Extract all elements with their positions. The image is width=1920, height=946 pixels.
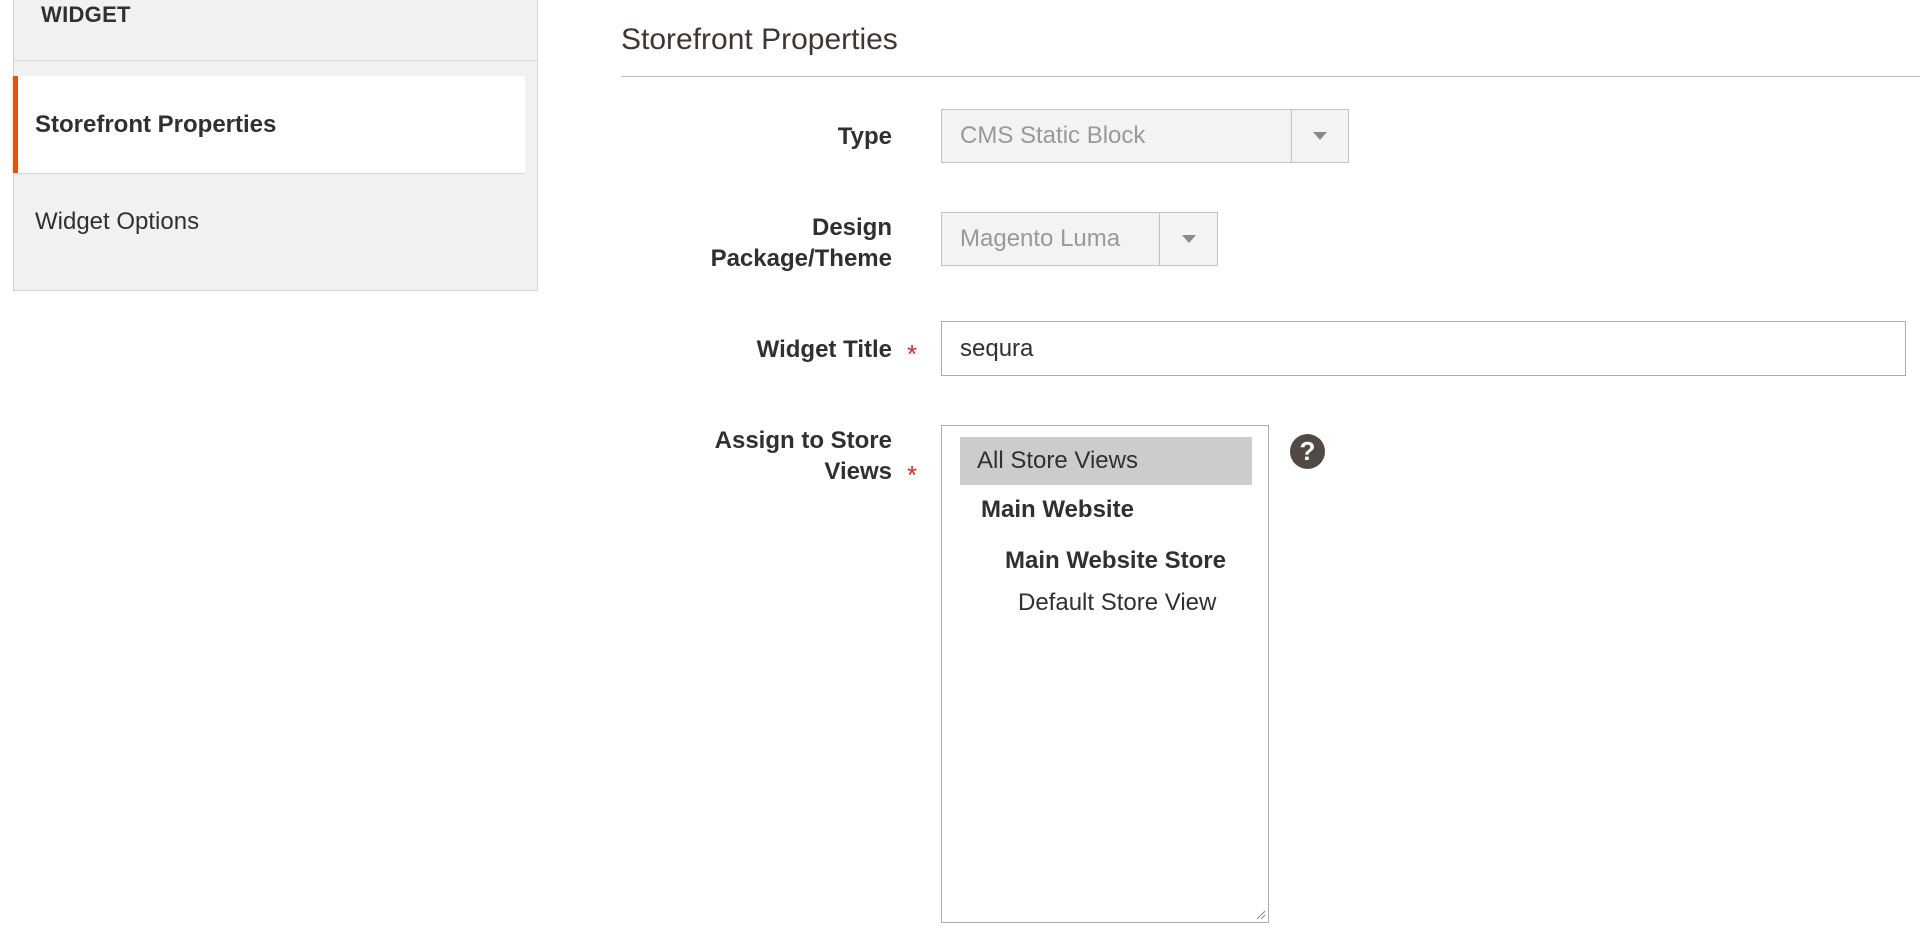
section-title: Storefront Properties — [621, 23, 898, 56]
tab-storefront-properties[interactable]: Storefront Properties — [13, 76, 525, 173]
design-theme-label-line2: Package/Theme — [710, 245, 892, 272]
store-views-label-line1: Assign to Store — [714, 427, 892, 454]
widget-title-input[interactable] — [941, 321, 1906, 376]
design-theme-select[interactable]: Magento Luma — [941, 212, 1218, 266]
type-select[interactable]: CMS Static Block — [941, 109, 1349, 163]
resize-handle-icon[interactable] — [1254, 908, 1266, 920]
chevron-down-icon — [1313, 132, 1327, 140]
option-all-store-views[interactable]: All Store Views — [960, 437, 1252, 485]
widget-title-label: Widget Title — [756, 336, 892, 363]
chevron-down-icon — [1181, 235, 1196, 243]
sidebar-heading: WIDGET — [14, 0, 537, 61]
section-divider — [621, 76, 1920, 77]
design-theme-label: Design Package/Theme — [711, 212, 892, 274]
type-select-toggle[interactable] — [1291, 110, 1348, 162]
required-marker: * — [907, 339, 918, 369]
store-views-label: Assign to Store Views — [715, 425, 892, 487]
tab-widget-options[interactable]: Widget Options — [13, 173, 525, 270]
type-select-value: CMS Static Block — [960, 122, 1146, 149]
optgroup-main-website: Main Website — [981, 496, 1134, 523]
optgroup-main-website-store: Main Website Store — [1005, 547, 1226, 574]
tab-label: Storefront Properties — [35, 110, 277, 138]
required-marker: * — [907, 460, 918, 490]
type-label: Type — [837, 123, 892, 150]
store-views-multiselect[interactable]: All Store Views Main Website Main Websit… — [941, 425, 1269, 923]
design-theme-select-toggle[interactable] — [1159, 213, 1217, 265]
store-views-label-line2: Views — [824, 458, 892, 485]
design-theme-label-line1: Design — [811, 214, 892, 241]
option-default-store-view[interactable]: Default Store View — [1018, 588, 1216, 618]
question-icon[interactable]: ? — [1290, 434, 1325, 469]
tab-label: Widget Options — [35, 208, 200, 235]
design-theme-select-value: Magento Luma — [960, 225, 1121, 252]
